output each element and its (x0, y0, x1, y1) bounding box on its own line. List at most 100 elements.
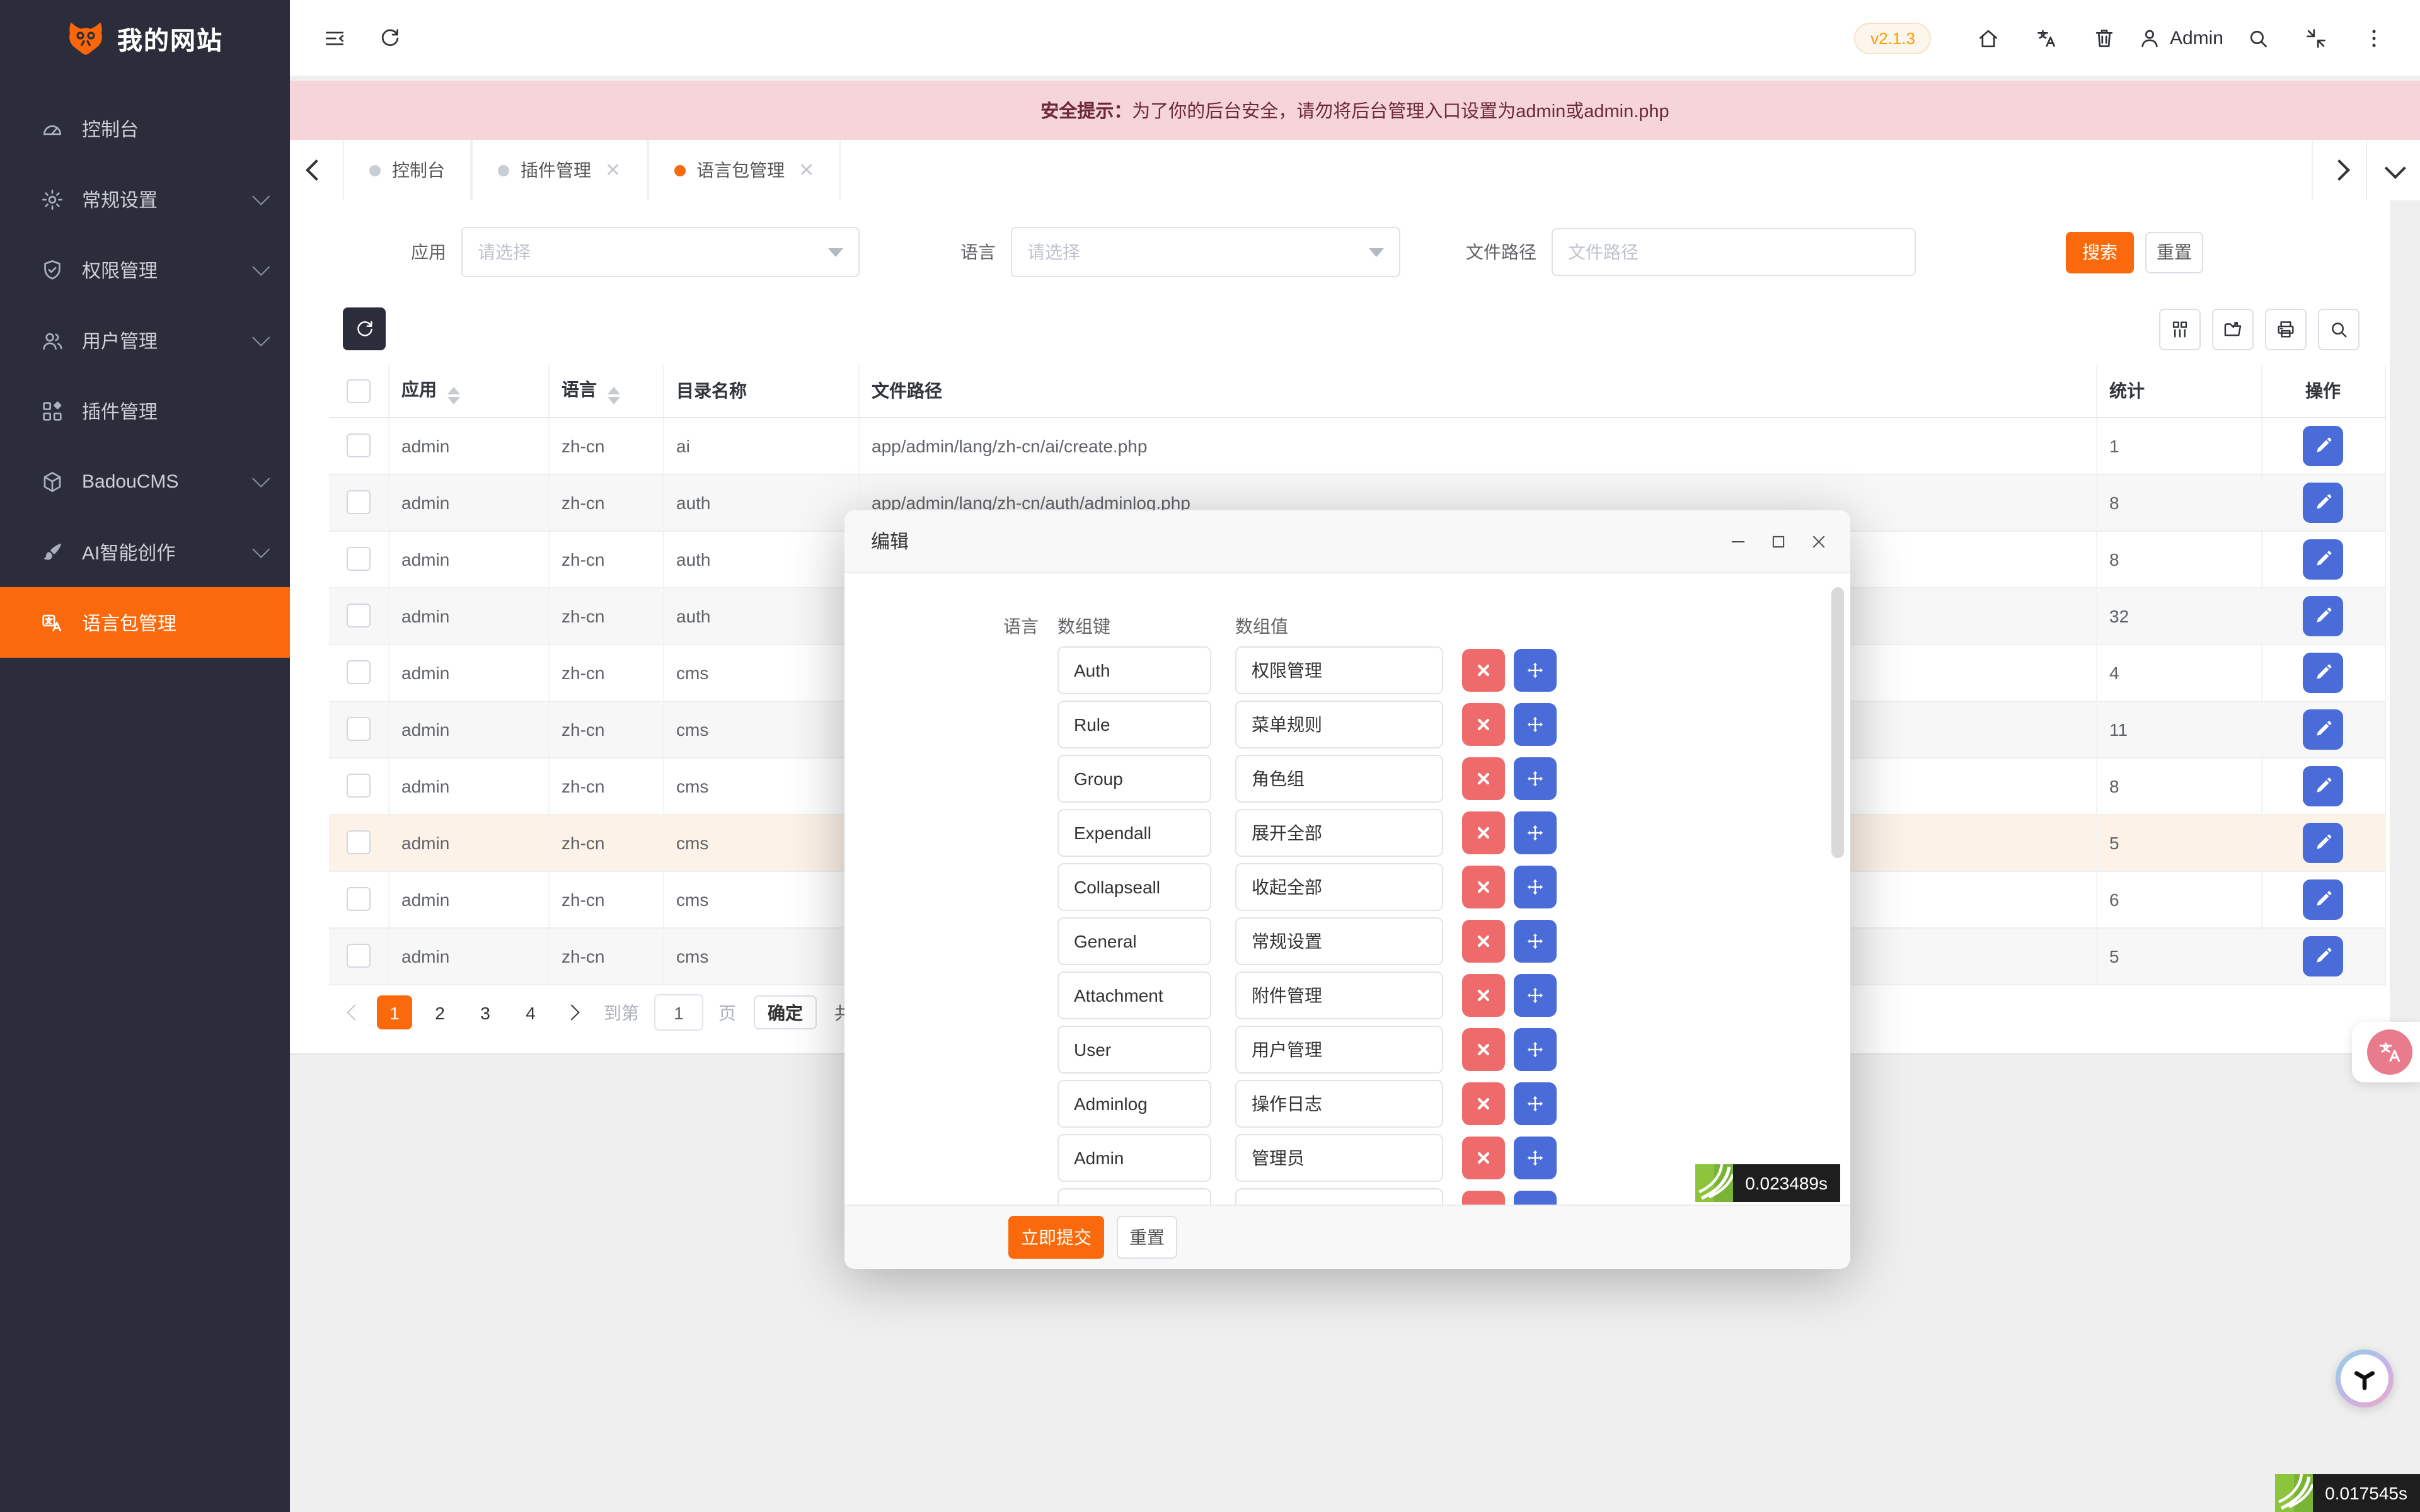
array-key-input[interactable] (1057, 809, 1211, 857)
array-key-input[interactable] (1057, 1080, 1211, 1128)
close-icon[interactable] (1807, 530, 1830, 553)
more-menu-button[interactable] (2349, 14, 2397, 62)
move-row-button[interactable] (1514, 1137, 1557, 1179)
array-key-input[interactable] (1057, 1026, 1211, 1074)
move-row-button[interactable] (1514, 649, 1557, 692)
goto-page-input[interactable] (654, 994, 703, 1031)
page-tab[interactable]: 语言包管理 ✕ (647, 140, 841, 200)
dialog-scrollbar-thumb[interactable] (1831, 587, 1844, 858)
page-number-button[interactable]: 2 (422, 995, 458, 1029)
row-checkbox[interactable] (347, 490, 371, 514)
edit-row-button[interactable] (2303, 765, 2343, 806)
search-button[interactable] (2233, 14, 2281, 62)
delete-row-button[interactable] (1462, 757, 1505, 800)
move-row-button[interactable] (1514, 920, 1557, 963)
tabs-menu-button[interactable] (2366, 140, 2420, 200)
row-checkbox[interactable] (347, 774, 371, 798)
edit-row-button[interactable] (2303, 822, 2343, 862)
move-row-button[interactable] (1514, 811, 1557, 854)
row-checkbox[interactable] (347, 604, 371, 627)
sidebar-item[interactable]: 用户管理 (0, 305, 290, 375)
array-key-input[interactable] (1057, 1188, 1211, 1205)
array-value-input[interactable] (1235, 1026, 1443, 1074)
menu-fold-button[interactable] (310, 14, 358, 62)
refresh-page-button[interactable] (366, 14, 413, 62)
array-value-input[interactable] (1235, 863, 1443, 911)
delete-row-button[interactable] (1462, 649, 1505, 692)
fullscreen-toggle-button[interactable] (2291, 14, 2339, 62)
array-value-input[interactable] (1235, 646, 1443, 694)
move-row-button[interactable] (1514, 703, 1557, 746)
sidebar-item[interactable]: 插件管理 (0, 375, 290, 446)
sort-icon[interactable] (447, 387, 459, 405)
delete-row-button[interactable] (1462, 1191, 1505, 1205)
edit-row-button[interactable] (2303, 595, 2343, 636)
delete-row-button[interactable] (1462, 1028, 1505, 1071)
submit-button[interactable]: 立即提交 (1008, 1216, 1104, 1259)
filter-reset-button[interactable]: 重置 (2145, 231, 2203, 273)
page-tab[interactable]: 插件管理 ✕ (471, 140, 647, 200)
edit-row-button[interactable] (2303, 879, 2343, 919)
sidebar-item[interactable]: 语言包管理 (0, 587, 290, 658)
array-value-input[interactable] (1235, 809, 1443, 857)
user-menu[interactable]: Admin (2138, 26, 2223, 50)
table-refresh-button[interactable] (343, 307, 386, 350)
sidebar-item[interactable]: 常规设置 (0, 164, 290, 234)
array-key-input[interactable] (1057, 701, 1211, 748)
app-select[interactable]: 请选择 (461, 227, 860, 277)
row-checkbox[interactable] (347, 660, 371, 684)
brand-logo[interactable]: 我的网站 (0, 0, 290, 76)
edit-row-button[interactable] (2303, 539, 2343, 579)
col-header-lang[interactable]: 语言 (548, 365, 663, 417)
array-value-input[interactable] (1235, 755, 1443, 803)
tab-close-icon[interactable]: ✕ (798, 159, 814, 181)
path-input[interactable] (1552, 228, 1916, 276)
move-row-button[interactable] (1514, 974, 1557, 1017)
row-checkbox[interactable] (347, 547, 371, 571)
row-checkbox[interactable] (347, 433, 371, 457)
delete-row-button[interactable] (1462, 974, 1505, 1017)
row-checkbox[interactable] (347, 717, 371, 741)
goto-confirm-button[interactable]: 确定 (754, 995, 817, 1029)
move-row-button[interactable] (1514, 1082, 1557, 1125)
page-number-button[interactable]: 4 (513, 995, 548, 1029)
array-value-input[interactable] (1235, 701, 1443, 748)
export-button[interactable] (2212, 309, 2254, 350)
move-row-button[interactable] (1514, 866, 1557, 908)
theme-assistant-button[interactable] (2336, 1349, 2394, 1407)
delete-row-button[interactable] (1462, 1137, 1505, 1179)
array-key-input[interactable] (1057, 863, 1211, 911)
form-reset-button[interactable]: 重置 (1117, 1216, 1177, 1259)
delete-row-button[interactable] (1462, 866, 1505, 908)
col-header-app[interactable]: 应用 (388, 365, 548, 417)
edit-row-button[interactable] (2303, 425, 2343, 466)
edit-row-button[interactable] (2303, 652, 2343, 692)
columns-toggle-button[interactable] (2159, 309, 2201, 350)
array-key-input[interactable] (1057, 1134, 1211, 1182)
sidebar-item[interactable]: 控制台 (0, 93, 290, 164)
dialog-header[interactable]: 编辑 (844, 510, 1850, 573)
edit-row-button[interactable] (2303, 936, 2343, 976)
row-checkbox[interactable] (347, 944, 371, 968)
page-tab[interactable]: 控制台 ✕ (343, 140, 471, 200)
page-number-button[interactable]: 3 (468, 995, 503, 1029)
search-submit-button[interactable]: 搜索 (2066, 231, 2134, 273)
array-key-input[interactable] (1057, 917, 1211, 965)
edit-row-button[interactable] (2303, 482, 2343, 522)
clear-cache-button[interactable] (2080, 14, 2128, 62)
row-checkbox[interactable] (347, 887, 371, 911)
lang-select[interactable]: 请选择 (1011, 227, 1400, 277)
version-badge[interactable]: v2.1.3 (1854, 22, 1932, 54)
move-row-button[interactable] (1514, 1028, 1557, 1071)
array-value-input[interactable] (1235, 1188, 1443, 1205)
array-value-input[interactable] (1235, 971, 1443, 1019)
tab-close-icon[interactable]: ✕ (605, 159, 621, 181)
array-key-input[interactable] (1057, 755, 1211, 803)
prev-page-button[interactable] (342, 1007, 367, 1018)
move-row-button[interactable] (1514, 757, 1557, 800)
array-key-input[interactable] (1057, 971, 1211, 1019)
delete-row-button[interactable] (1462, 703, 1505, 746)
quick-translate-button[interactable] (2352, 1022, 2420, 1082)
home-button[interactable] (1964, 14, 2012, 62)
delete-row-button[interactable] (1462, 1082, 1505, 1125)
